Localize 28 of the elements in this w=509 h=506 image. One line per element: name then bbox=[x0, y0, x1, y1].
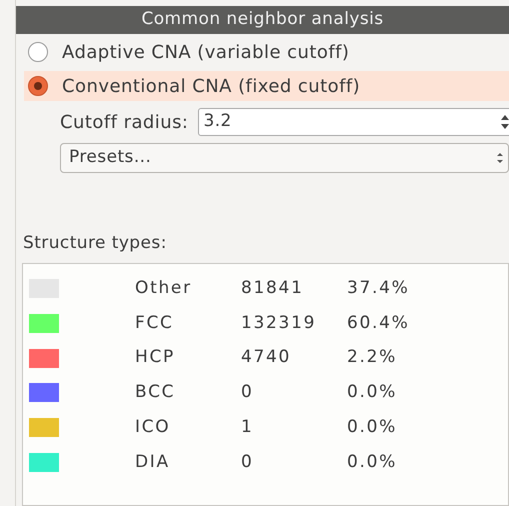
percentage: 0.0% bbox=[347, 416, 397, 439]
atom-count: 4740 bbox=[241, 346, 292, 370]
panel-title: Common neighbor analysis bbox=[16, 6, 509, 34]
atom-count: 132319 bbox=[241, 312, 318, 335]
radio-button[interactable] bbox=[28, 42, 48, 62]
percentage: 2.2% bbox=[347, 346, 397, 370]
atom-count: 81841 bbox=[241, 277, 305, 300]
structure-name: BCC bbox=[135, 381, 176, 404]
atom-count: 0 bbox=[241, 450, 255, 474]
presets-dropdown[interactable]: Presets... bbox=[60, 143, 509, 173]
structure-name: Other bbox=[135, 277, 193, 300]
structure-name: DIA bbox=[135, 450, 171, 474]
percentage: 37.4% bbox=[347, 277, 410, 300]
atom-count: 1 bbox=[241, 416, 255, 439]
radio-button[interactable] bbox=[28, 76, 48, 96]
radio-option[interactable]: Adaptive CNA (variable cutoff) bbox=[24, 37, 509, 67]
radio-option[interactable]: Conventional CNA (fixed cutoff) bbox=[24, 71, 509, 101]
cutoff-spinbox[interactable]: 3.2 bbox=[198, 108, 509, 136]
structure-name: HCP bbox=[135, 346, 176, 370]
dropdown-arrows-icon bbox=[496, 151, 504, 165]
atom-count: 0 bbox=[241, 381, 255, 404]
structure-types-label: Structure types: bbox=[23, 233, 167, 253]
structure-name: ICO bbox=[135, 416, 172, 439]
cutoff-label: Cutoff radius: bbox=[60, 110, 188, 134]
percentage: 60.4% bbox=[347, 312, 410, 335]
structure-name: FCC bbox=[135, 312, 175, 335]
percentage: 0.0% bbox=[347, 381, 397, 404]
percentage: 0.0% bbox=[347, 450, 397, 474]
